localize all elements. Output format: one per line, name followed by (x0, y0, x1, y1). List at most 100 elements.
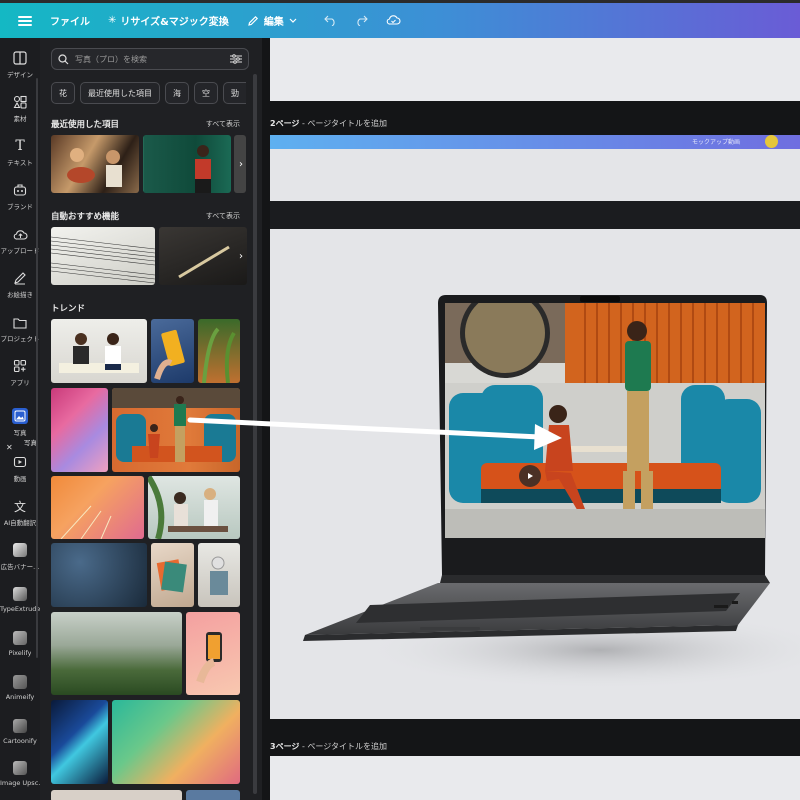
trend-photo-2[interactable] (151, 319, 194, 383)
close-icon[interactable]: ✕ (6, 443, 13, 452)
nav-image-upscale[interactable]: Image Upsc... (0, 760, 40, 787)
hamburger-icon[interactable] (18, 15, 32, 26)
search-box[interactable] (51, 48, 249, 70)
nav-text-label: テキスト (7, 159, 33, 167)
edit-mode-button[interactable]: 編集 (247, 13, 302, 28)
sparkle-icon: ✳ (108, 15, 117, 26)
left-navigation: デザイン 素材 T テキスト ブランド アップロード お絵描き プロジェクト ア (0, 38, 40, 800)
nav-pixelify-label: Pixelify (8, 649, 32, 657)
auto-photo-2[interactable] (159, 227, 247, 285)
nav-brand[interactable]: ブランド (0, 182, 40, 211)
trend-photo-7[interactable] (148, 476, 240, 539)
top-bar: ファイル ✳ リサイズ&マジック変換 編集 (0, 0, 800, 38)
nav-typeextrude-label: TypeExtrude (0, 605, 40, 613)
nav-elements[interactable]: 素材 (0, 94, 40, 123)
trend-photo-11[interactable] (51, 612, 182, 695)
chevron-down-icon (289, 18, 297, 23)
typeextrude-icon (12, 586, 28, 602)
chip-flower[interactable]: 花 (51, 82, 75, 104)
page-3[interactable] (270, 756, 800, 800)
trend-photo-3[interactable] (198, 319, 240, 383)
nav-image-upscale-label: Image Upsc... (0, 779, 40, 787)
chip-recent[interactable]: 最近使用した項目 (80, 82, 160, 104)
trend-photo-12[interactable] (186, 612, 240, 695)
nav-typeextrude[interactable]: TypeExtrude (0, 586, 40, 613)
page-2-number: 2ページ (270, 119, 300, 128)
trend-photo-5[interactable] (112, 388, 240, 472)
auto-see-all[interactable]: すべて表示 (206, 211, 240, 221)
nav-video[interactable]: 動画 (0, 454, 40, 483)
ad-banner-icon (12, 542, 28, 558)
page-2-label[interactable]: 2ページ - ページタイトルを追加 (270, 118, 387, 129)
chip-sea[interactable]: 海 (165, 82, 189, 104)
strip-text: モックアップ動画 (691, 139, 740, 146)
redo-icon[interactable] (355, 11, 368, 30)
nav-projects[interactable]: プロジェクト (0, 314, 40, 343)
nav-design[interactable]: デザイン (0, 50, 40, 79)
photos-panel: 花 最近使用した項目 海 空 勁 最近使用した項目 すべて表示 › 自動おすすめ… (40, 38, 262, 800)
file-menu[interactable]: ファイル (50, 13, 90, 28)
page-3-label[interactable]: 3ページ - ページタイトルを追加 (270, 741, 387, 752)
nav-text[interactable]: T テキスト (0, 138, 40, 167)
nav-design-label: デザイン (7, 71, 33, 79)
recent-photo-2[interactable] (143, 135, 231, 193)
page-1[interactable] (270, 38, 800, 101)
brand-icon (12, 182, 28, 198)
resize-magic-button[interactable]: ✳ リサイズ&マジック変換 (108, 13, 229, 28)
trend-photo-10[interactable] (198, 543, 240, 607)
cloud-sync-icon[interactable] (386, 11, 401, 30)
nav-animeify-label: Animeify (5, 693, 35, 701)
nav-pixelify[interactable]: Pixelify (0, 630, 40, 657)
chip-more[interactable]: 勁 (223, 82, 246, 104)
nav-elements-label: 素材 (13, 115, 27, 123)
trend-title: トレンド (51, 304, 86, 314)
trend-photo-4[interactable] (51, 388, 108, 472)
nav-cartoonify[interactable]: Cartoonify (0, 718, 40, 745)
trend-photo-15[interactable] (51, 790, 182, 800)
chip-sky[interactable]: 空 (194, 82, 218, 104)
nav-ai-translate-label: AI自動翻訳 (3, 519, 37, 527)
page-2[interactable]: モックアップ動画 (270, 135, 800, 719)
undo-icon[interactable] (324, 11, 337, 30)
trend-photo-14[interactable] (112, 700, 240, 784)
nav-photos-label: 写真 (13, 429, 27, 437)
laptop-screen-video (445, 303, 765, 538)
recent-photo-1[interactable] (51, 135, 139, 193)
trend-photo-9[interactable] (151, 543, 194, 607)
avatar[interactable] (765, 135, 778, 148)
filter-icon[interactable] (230, 54, 242, 64)
upload-icon (12, 226, 28, 242)
canva-editor: ファイル ✳ リサイズ&マジック変換 編集 デザイン 素材 T テキスト ブラン… (0, 0, 800, 800)
panel-scrollbar[interactable] (253, 74, 257, 794)
auto-photo-1[interactable] (51, 227, 155, 285)
trend-photo-6[interactable] (51, 476, 144, 539)
trend-photo-8[interactable] (51, 543, 147, 607)
nav-ai-translate[interactable]: 文 AI自動翻訳 (0, 498, 40, 528)
cartoonify-icon (12, 718, 28, 734)
translate-icon: 文 (13, 499, 26, 514)
page-3-title-hint: - ページタイトルを追加 (299, 742, 388, 751)
pixelify-icon (12, 630, 28, 646)
search-input[interactable] (75, 54, 230, 64)
draw-icon (12, 270, 28, 286)
auto-next-icon[interactable]: › (236, 236, 246, 276)
trend-photo-13[interactable] (51, 700, 108, 784)
nav-ad-banner-label: 広告バナー... (0, 563, 40, 571)
photo-icon (12, 408, 28, 424)
nav-video-label: 動画 (13, 475, 27, 483)
nav-apps[interactable]: アプリ (0, 358, 40, 387)
nav-ad-banner[interactable]: 広告バナー... (0, 542, 40, 571)
recent-see-all[interactable]: すべて表示 (206, 119, 240, 129)
auto-title: 自動おすすめ機能 (51, 212, 120, 222)
animeify-icon (12, 674, 28, 690)
nav-upload[interactable]: アップロード (0, 226, 40, 255)
trend-photo-1[interactable] (51, 319, 147, 383)
nav-animeify[interactable]: Animeify (0, 674, 40, 701)
nav-photos[interactable]: 写真 (0, 408, 40, 437)
recent-next-icon[interactable]: › (236, 144, 246, 184)
play-icon[interactable] (519, 465, 541, 487)
nav-cartoonify-label: Cartoonify (3, 737, 37, 745)
nav-scrollbar[interactable] (36, 78, 38, 658)
trend-photo-16[interactable] (186, 790, 240, 800)
nav-draw[interactable]: お絵描き (0, 270, 40, 299)
